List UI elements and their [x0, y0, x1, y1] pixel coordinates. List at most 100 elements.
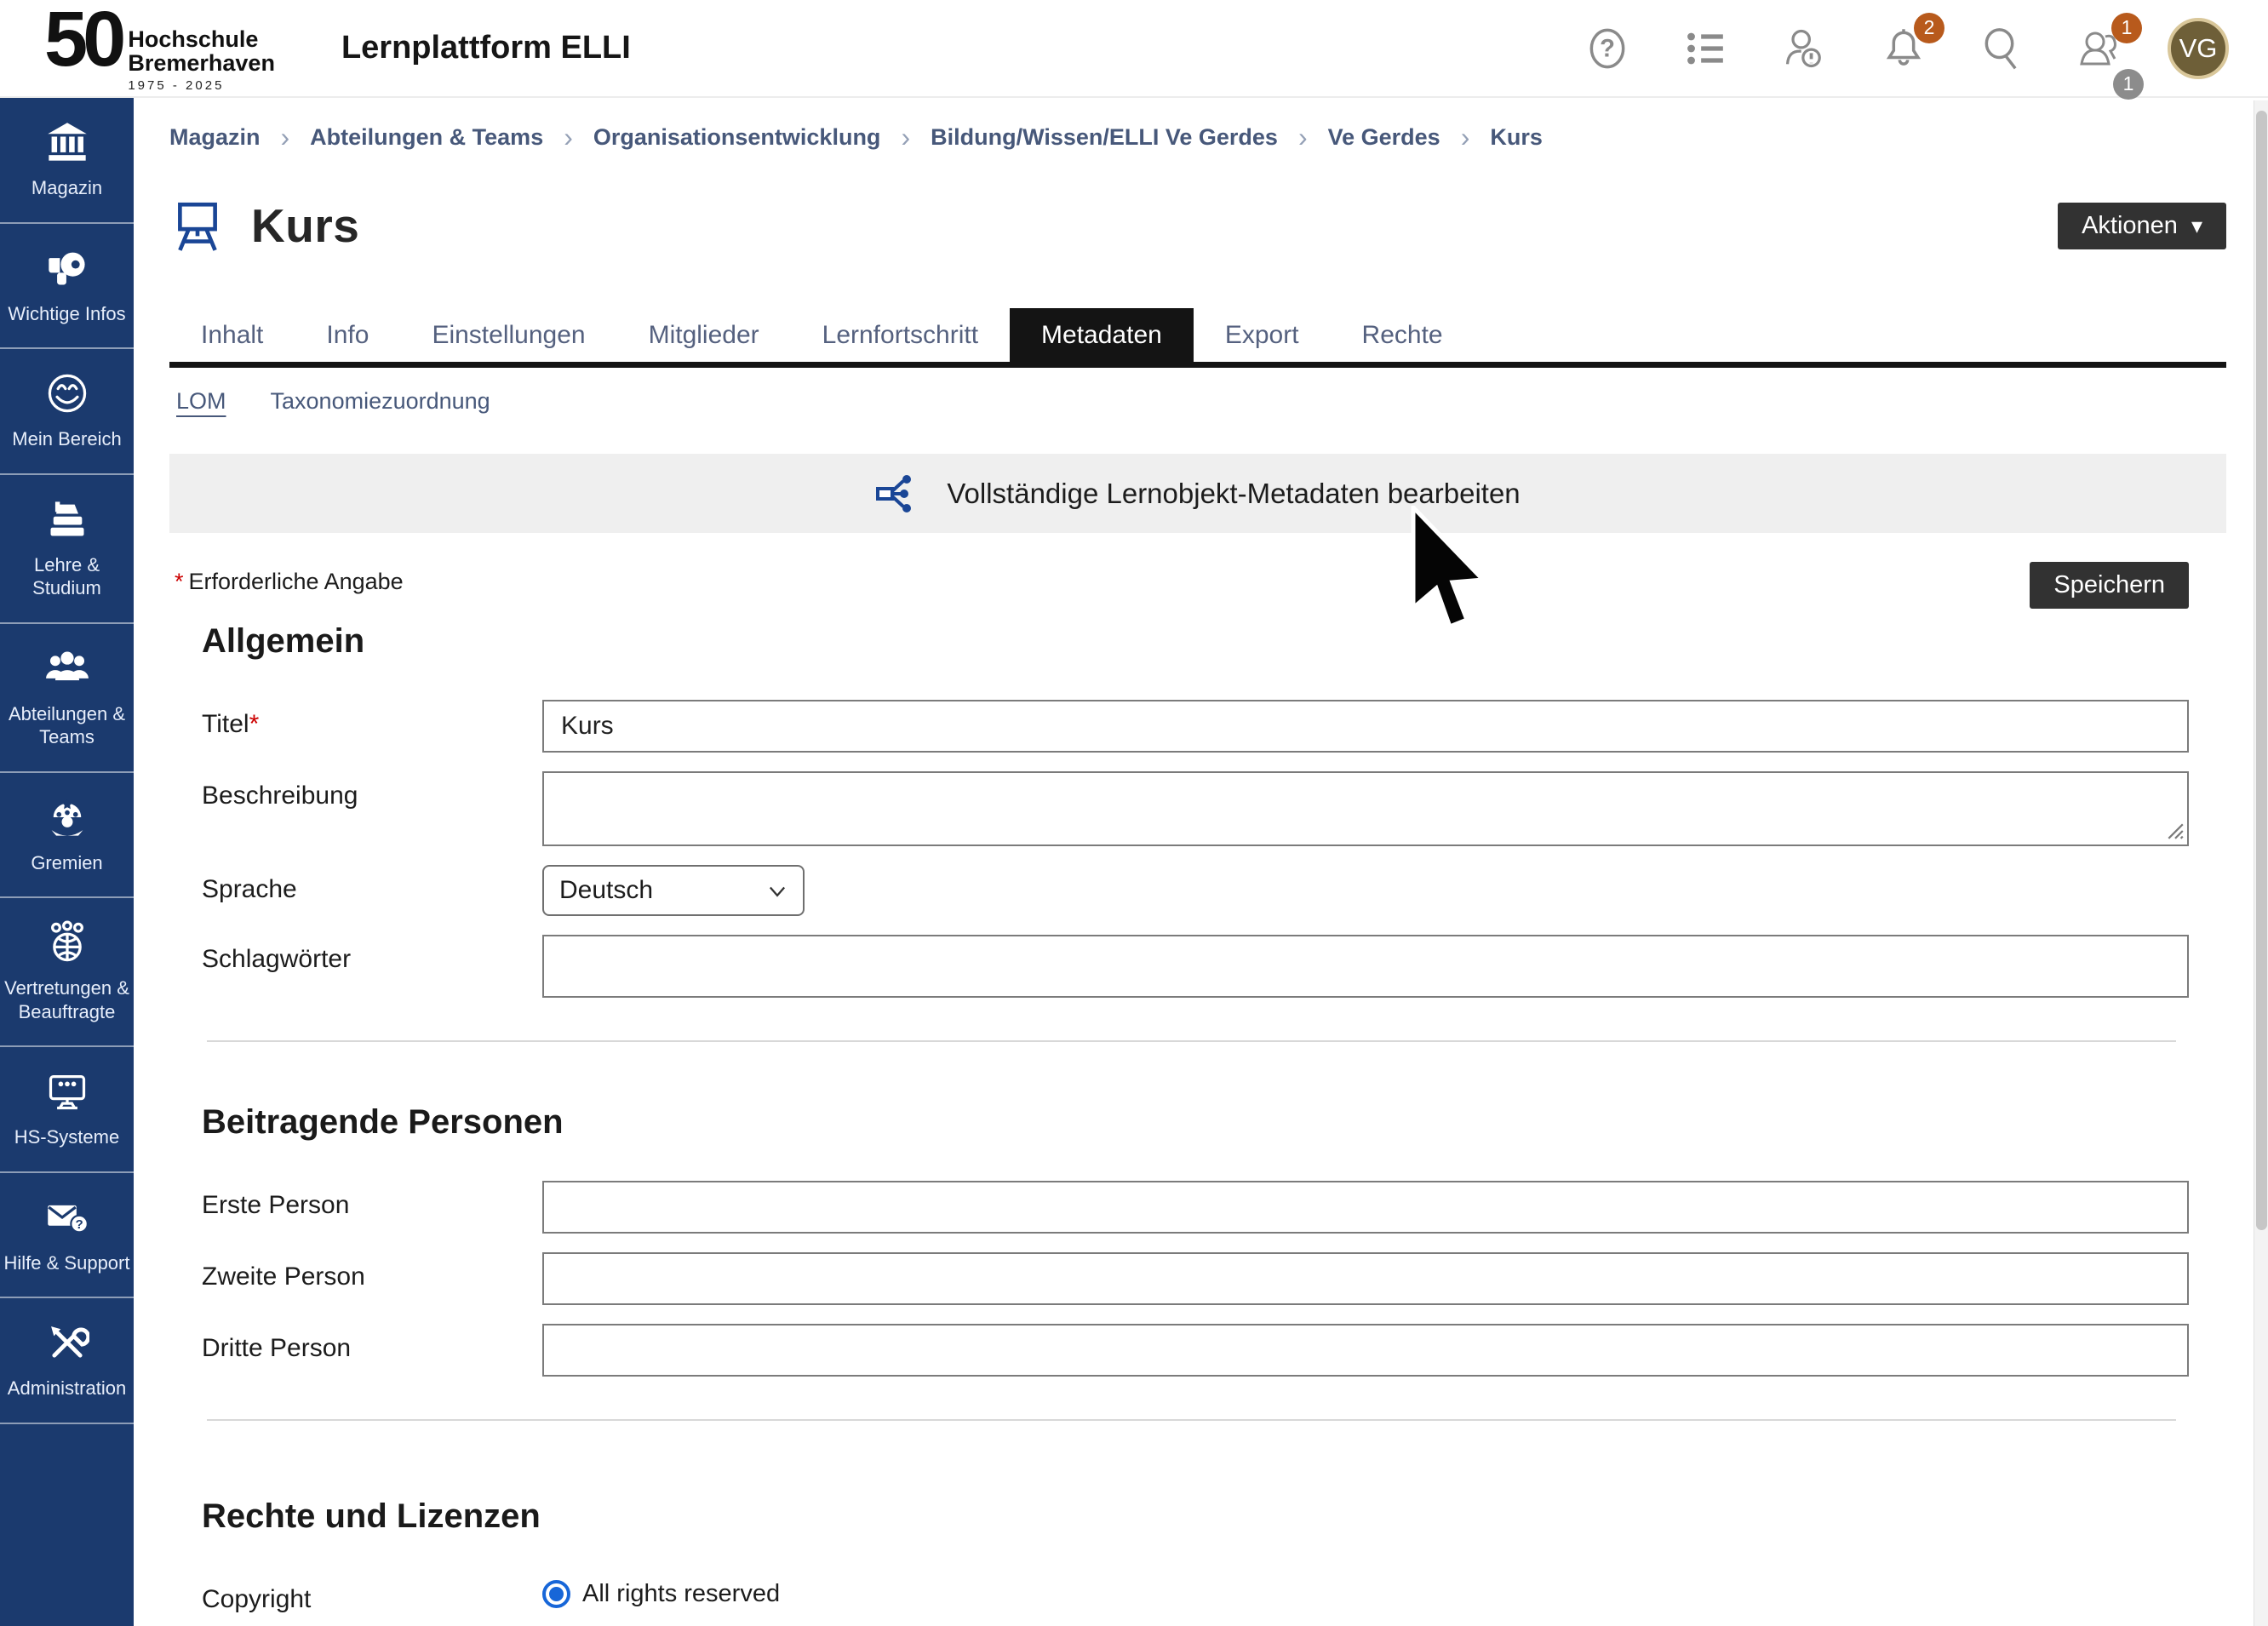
sidebar-item-abteilungen-teams[interactable]: Abteilungen & Teams: [0, 624, 134, 773]
header-icon-bar: ? 2 11: [1584, 25, 2125, 72]
breadcrumb: Magazin › Abteilungen & Teams › Organisation…: [169, 98, 2226, 153]
zweite-person-input[interactable]: [542, 1252, 2189, 1305]
breadcrumb-separator: ›: [1461, 122, 1470, 153]
content: Magazin › Abteilungen & Teams › Organisation…: [169, 98, 2226, 1614]
dritte-person-label: Dritte Person: [202, 1324, 542, 1363]
scrollbar[interactable]: [2254, 100, 2268, 1626]
breadcrumb-kurs[interactable]: Kurs: [1490, 124, 1543, 151]
breadcrumb-separator: ›: [1298, 122, 1308, 153]
beschreibung-textarea-wrap: [542, 771, 2189, 846]
metadata-form: Allgemein Titel* Beschreibung SpracheDeutsc…: [169, 622, 2226, 1614]
sidebar-item-mein-bereich[interactable]: Mein Bereich: [0, 349, 134, 475]
course-easel-icon: [169, 198, 226, 254]
beschreibung-label: Beschreibung: [202, 771, 542, 810]
dritte-person-input[interactable]: [542, 1324, 2189, 1377]
user-status-icon[interactable]: [1781, 25, 1829, 72]
subtab-lom[interactable]: LOM: [176, 388, 226, 415]
schlagwoerter-control: [542, 935, 2189, 998]
subtab-bar: LOM Taxonomiezuordnung: [169, 388, 2226, 415]
tab-rechte[interactable]: Rechte: [1331, 308, 1475, 362]
tab-info[interactable]: Info: [295, 308, 400, 362]
megaphone-icon: [45, 246, 89, 290]
tab-export[interactable]: Export: [1194, 308, 1331, 362]
sidebar-item-label: Gremien: [31, 851, 102, 875]
sidebar-item-lehre-studium[interactable]: Lehre & Studium: [0, 475, 134, 624]
sidebar-item-wichtige-infos[interactable]: Wichtige Infos: [0, 224, 134, 350]
section-title: Allgemein: [202, 622, 2189, 661]
logo-50: 50: [44, 3, 121, 76]
field-row-schlagwoerter: Schlagwörter: [202, 935, 2189, 998]
schlagwoerter-label: Schlagwörter: [202, 935, 542, 974]
logo-name-line1: Hochschule: [128, 27, 275, 51]
tab-metadaten[interactable]: Metadaten: [1010, 308, 1194, 362]
contacts-badge-bottom: 1: [2113, 69, 2144, 100]
contacts-badge-top: 1: [2111, 13, 2142, 43]
bell-icon[interactable]: 2: [1880, 25, 1927, 72]
avatar[interactable]: VG: [2168, 18, 2229, 79]
assembly-icon: [45, 795, 89, 839]
field-row-dritte-person: Dritte Person: [202, 1324, 2189, 1377]
scrollbar-thumb[interactable]: [2256, 111, 2267, 1230]
svg-text:?: ?: [75, 1217, 83, 1232]
aktionen-button[interactable]: Aktionen: [2058, 203, 2226, 249]
page-title: Kurs: [251, 198, 359, 253]
breadcrumb-bildung-wissen-elli-ve-gerdes[interactable]: Bildung/Wissen/ELLI Ve Gerdes: [931, 124, 1278, 151]
sidebar-item-label: Lehre & Studium: [3, 553, 130, 600]
tab-einstellungen[interactable]: Einstellungen: [400, 308, 616, 362]
tab-mitglieder[interactable]: Mitglieder: [617, 308, 791, 362]
sidebar-item-hs-systeme[interactable]: HS-Systeme: [0, 1047, 134, 1173]
sidebar-item-gremien[interactable]: Gremien: [0, 773, 134, 899]
breadcrumb-organisationsentwicklung[interactable]: Organisationsentwicklung: [593, 124, 881, 151]
hochschule-bremerhaven-logo[interactable]: 50 Hochschule Bremerhaven 1975 - 2025: [44, 3, 275, 93]
copyright-control: All rights reserved: [542, 1575, 2189, 1608]
breadcrumb-abteilungen-teams[interactable]: Abteilungen & Teams: [310, 124, 543, 151]
sprache-select[interactable]: Deutsch: [542, 865, 805, 916]
page-head: Kurs Aktionen: [169, 198, 2226, 254]
beschreibung-textarea[interactable]: [542, 771, 2189, 846]
zweite-person-control: [542, 1252, 2189, 1305]
monitor-icon: [45, 1069, 89, 1114]
caret-down-icon: [2191, 212, 2202, 240]
sidebar-item-vertretungen-beauftragte[interactable]: Vertretungen & Beauftragte: [0, 898, 134, 1047]
breadcrumb-separator: ›: [281, 122, 290, 153]
sidebar-item-hilfe-support[interactable]: ?Hilfe & Support: [0, 1173, 134, 1299]
tools-icon: [45, 1320, 89, 1365]
logo-text: Hochschule Bremerhaven 1975 - 2025: [128, 27, 275, 93]
search-icon[interactable]: [1979, 25, 2026, 72]
sidebar: Magazin Wichtige Infos Mein Bereich Lehre &…: [0, 98, 134, 1626]
beschreibung-control: [542, 771, 2189, 846]
field-row-titel: Titel*: [202, 700, 2189, 753]
subtab-taxonomiezuordnung[interactable]: Taxonomiezuordnung: [271, 388, 490, 415]
contacts-icon[interactable]: 11: [2077, 25, 2125, 72]
sidebar-item-magazin[interactable]: Magazin: [0, 98, 134, 224]
titel-control: [542, 700, 2189, 753]
speichern-button[interactable]: Speichern: [2030, 562, 2189, 609]
copyright-radio[interactable]: [542, 1580, 570, 1608]
bank-icon: [45, 120, 89, 164]
copyright-label-text: Copyright: [202, 1585, 311, 1613]
sidebar-item-label: Vertretungen & Beauftragte: [3, 976, 130, 1023]
share-node-icon: [875, 470, 923, 518]
app-title: Lernplattform ELLI: [341, 30, 631, 66]
schlagwoerter-input[interactable]: [542, 935, 2189, 998]
sidebar-item-administration[interactable]: Administration: [0, 1298, 134, 1424]
banner-text: Vollständige Lernobjekt-Metadaten bearbe…: [947, 478, 1520, 510]
tab-inhalt[interactable]: Inhalt: [169, 308, 295, 362]
list-icon[interactable]: [1682, 25, 1730, 72]
bell-badge: 2: [1914, 13, 1944, 43]
field-row-sprache: SpracheDeutsch: [202, 865, 2189, 916]
people-icon: [45, 646, 89, 690]
sidebar-item-label: Abteilungen & Teams: [3, 702, 130, 749]
form-meta-row: *Erforderliche Angabe Speichern: [169, 562, 2226, 609]
tab-lernfortschritt[interactable]: Lernfortschritt: [791, 308, 1010, 362]
breadcrumb-magazin[interactable]: Magazin: [169, 124, 261, 151]
metadata-edit-banner[interactable]: Vollständige Lernobjekt-Metadaten bearbe…: [169, 454, 2226, 533]
erste-person-label: Erste Person: [202, 1181, 542, 1220]
sidebar-item-label: Wichtige Infos: [8, 302, 125, 326]
erste-person-control: [542, 1181, 2189, 1234]
help-icon[interactable]: ?: [1584, 25, 1631, 72]
titel-input[interactable]: [542, 700, 2189, 753]
erste-person-input[interactable]: [542, 1181, 2189, 1234]
smiley-icon: [45, 371, 89, 415]
breadcrumb-ve-gerdes[interactable]: Ve Gerdes: [1328, 124, 1440, 151]
